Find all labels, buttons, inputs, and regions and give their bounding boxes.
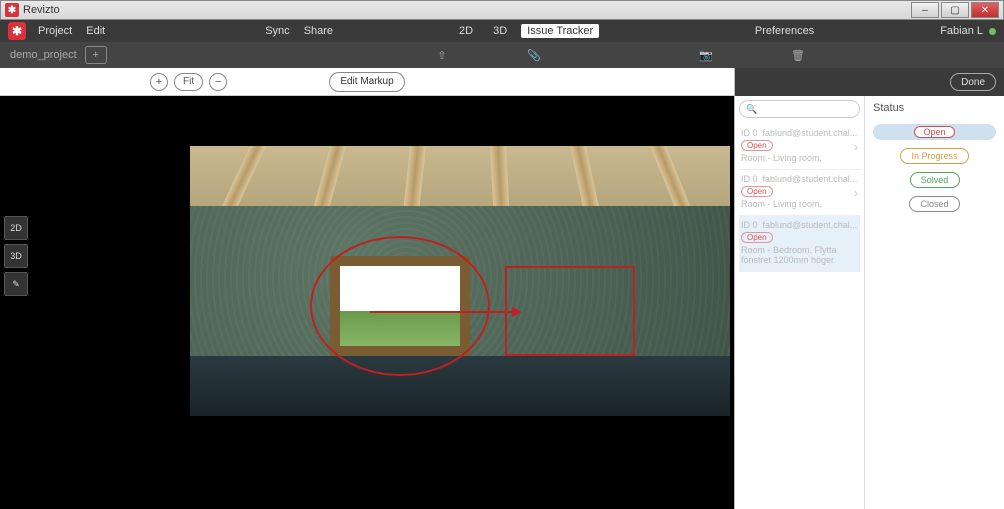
tool-2d[interactable]: 2D	[4, 216, 28, 240]
scene-render	[190, 146, 730, 416]
markup-ellipse[interactable]	[310, 236, 490, 376]
markup-arrow[interactable]	[370, 311, 520, 313]
done-button[interactable]: Done	[950, 73, 996, 91]
attach-icon[interactable]: 📎	[522, 43, 546, 67]
chevron-right-icon: ›	[854, 186, 858, 200]
issue-status-pill: Open	[741, 140, 773, 151]
issue-location: Room - Living room,	[741, 153, 858, 163]
os-titlebar: ✱ Revizto – ▢ ✕	[0, 0, 1004, 20]
issue-id: ID 0	[741, 128, 758, 138]
issue-location: Room - Living room,	[741, 199, 858, 209]
chevron-right-icon: ›	[854, 140, 858, 154]
status-closed-button[interactable]: Closed	[909, 196, 959, 212]
zoom-out-button[interactable]: −	[209, 73, 227, 91]
maximize-button[interactable]: ▢	[941, 2, 969, 18]
project-name: demo_project	[10, 49, 77, 61]
viewer-tools: 2D 3D ✎	[4, 216, 28, 296]
secondary-toolbar: demo_project + ⇧ 📎 📷 🗑	[0, 42, 1004, 68]
menu-preferences[interactable]: Preferences	[755, 25, 814, 37]
status-open-button[interactable]: Open	[873, 124, 996, 140]
menu-edit[interactable]: Edit	[86, 25, 105, 37]
minimize-button[interactable]: –	[911, 2, 939, 18]
issue-status-pill: Open	[741, 232, 773, 243]
tool-brush[interactable]: ✎	[4, 272, 28, 296]
issue-user: fablund@student.chal...	[763, 174, 858, 184]
presence-indicator-icon	[989, 28, 996, 35]
share-icon[interactable]: ⇧	[430, 43, 454, 67]
window-title: Revizto	[23, 4, 60, 16]
markup-rectangle[interactable]	[505, 266, 635, 356]
issue-card[interactable]: ID 0 fablund@student.chal... Open Room -…	[739, 170, 860, 216]
tab-2d[interactable]: 2D	[453, 24, 479, 38]
zoom-in-button[interactable]: +	[150, 73, 168, 91]
viewer-canvas[interactable]: 2D 3D ✎	[0, 96, 734, 509]
search-input[interactable]: 🔍	[739, 100, 860, 118]
viewer: + Fit − Edit Markup 2D 3D ✎	[0, 68, 734, 509]
user-name[interactable]: Fabian L	[940, 25, 983, 37]
status-header: Status	[873, 102, 996, 114]
edit-markup-button[interactable]: Edit Markup	[329, 72, 404, 92]
issue-list: 🔍 ID 0 fablund@student.chal... Open Room…	[735, 96, 865, 509]
issue-id: ID 0	[741, 220, 758, 230]
issue-location: Room - Bedroom. Flytta fönstret 1200mm h…	[741, 245, 858, 265]
revizto-logo-icon: ✱	[8, 22, 26, 40]
status-in-progress-button[interactable]: In Progress	[900, 148, 968, 164]
tab-issue-tracker[interactable]: Issue Tracker	[521, 24, 599, 38]
close-button[interactable]: ✕	[971, 2, 999, 18]
side-panel: Done 🔍 ID 0 fablund@student.chal... Open…	[734, 68, 1004, 509]
search-icon: 🔍	[746, 104, 757, 115]
issue-card[interactable]: ID 0 fablund@student.chal... Open Room -…	[739, 124, 860, 170]
trash-icon[interactable]: 🗑	[786, 43, 810, 67]
status-column: Status Open In Progress Solved Closed	[865, 96, 1004, 509]
tab-3d[interactable]: 3D	[487, 24, 513, 38]
issue-card[interactable]: ID 0 fablund@student.chal... Open Room -…	[739, 216, 860, 272]
issue-id: ID 0	[741, 174, 758, 184]
add-button[interactable]: +	[85, 46, 107, 64]
status-solved-button[interactable]: Solved	[910, 172, 960, 188]
app-icon: ✱	[5, 3, 19, 17]
issue-user: fablund@student.chal...	[763, 128, 858, 138]
tool-3d[interactable]: 3D	[4, 244, 28, 268]
camera-icon[interactable]: 📷	[694, 43, 718, 67]
issue-user: fablund@student.chal...	[763, 220, 858, 230]
menu-share[interactable]: Share	[304, 25, 333, 37]
menu-sync[interactable]: Sync	[265, 25, 289, 37]
app-menubar: ✱ Project Edit Sync Share 2D 3D Issue Tr…	[0, 20, 1004, 42]
fit-button[interactable]: Fit	[174, 73, 203, 91]
issue-status-pill: Open	[741, 186, 773, 197]
menu-project[interactable]: Project	[38, 25, 72, 37]
markup-toolbar: + Fit − Edit Markup	[0, 68, 734, 96]
